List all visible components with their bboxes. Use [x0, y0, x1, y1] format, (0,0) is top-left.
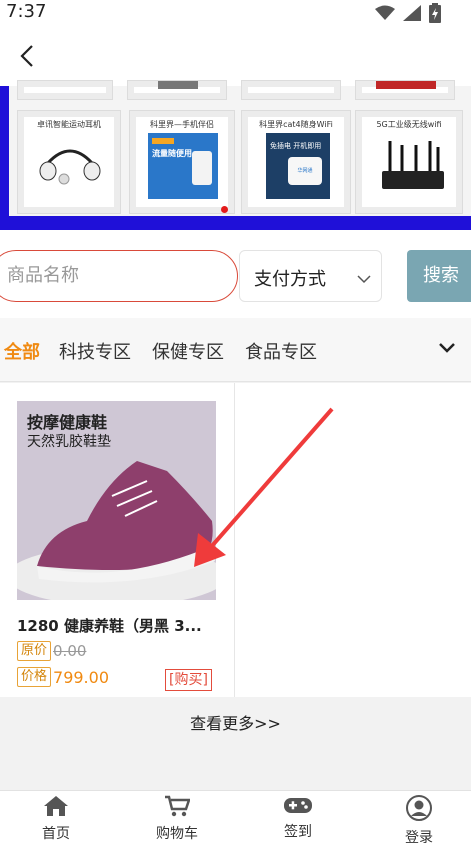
search-button[interactable]: 搜索	[407, 250, 471, 302]
banner-tile-partial	[355, 80, 455, 100]
battery-icon	[429, 3, 441, 27]
tab-tech[interactable]: 科技专区	[59, 338, 131, 364]
search-input[interactable]: 商品名称	[0, 250, 238, 302]
buy-button[interactable]: [购买]	[165, 669, 212, 691]
banner-tile-partial	[17, 80, 113, 100]
banner-tile-title: 卓讯智能运动耳机	[37, 120, 101, 129]
tile-subtext: 华网通	[288, 157, 322, 185]
cat4-wifi-box: 免插电 开机即用 华网通	[266, 133, 330, 199]
tab-food[interactable]: 食品专区	[245, 338, 317, 364]
home-icon	[43, 796, 69, 821]
user-icon	[406, 795, 432, 825]
original-price-tag: 原价	[17, 641, 52, 661]
cart-icon	[164, 795, 191, 821]
see-more-link[interactable]: 查看更多>>	[0, 710, 471, 734]
bottom-nav: 首页 购物车 签到 登录	[0, 790, 471, 843]
status-icons	[375, 3, 441, 27]
banner-tile-partial	[127, 80, 227, 100]
product-image[interactable]: 按摩健康鞋 天然乳胶鞋垫	[17, 401, 216, 600]
status-time: 7:37	[6, 1, 47, 22]
product-name[interactable]: 1280 健康养鞋（男黑 3...	[17, 615, 222, 636]
nav-login[interactable]: 登录	[379, 795, 459, 843]
status-bar: 7:37	[0, 0, 471, 26]
original-price: 0.00	[53, 642, 87, 660]
banner-tile-title: 科里界—手机伴侣	[150, 120, 214, 129]
price-tag: 价格	[17, 667, 52, 687]
nav-checkin[interactable]: 签到	[258, 795, 338, 841]
chevron-down-icon	[357, 269, 371, 288]
price-row: 价格 799.00	[17, 667, 109, 687]
banner-tile-title: 科里界cat4随身WiFi	[259, 120, 333, 129]
nav-label: 首页	[42, 826, 70, 842]
carousel-dot[interactable]	[221, 206, 228, 213]
carousel-dots	[221, 206, 228, 213]
tile-subtext: 免插电 开机即用	[270, 142, 322, 150]
banner-tile-partial	[241, 80, 341, 100]
current-price: 799.00	[53, 667, 109, 687]
banner-carousel[interactable]: 卓讯智能运动耳机 科里界—手机伴侣 流量随便用 科里界cat4随身WiFi 免插…	[0, 80, 471, 230]
nav-label: 购物车	[156, 826, 198, 842]
original-price-row: 原价 0.00	[17, 641, 86, 661]
expand-tabs-icon[interactable]	[437, 340, 457, 359]
nav-label: 登录	[405, 830, 433, 843]
nav-cart[interactable]: 购物车	[137, 795, 217, 843]
nav-label: 签到	[284, 824, 312, 840]
banner-tile-cat4-wifi[interactable]: 科里界cat4随身WiFi 免插电 开机即用 华网通	[241, 110, 351, 214]
banner-tile-5g-router[interactable]: 5G工业级无线wifi	[355, 110, 463, 214]
tab-health[interactable]: 保健专区	[152, 338, 224, 364]
banner-tile-phone-companion[interactable]: 科里界—手机伴侣 流量随便用	[129, 110, 235, 214]
back-button[interactable]	[14, 42, 42, 70]
back-arrow-icon	[14, 45, 42, 74]
phone-companion-box: 流量随便用	[148, 133, 218, 199]
shoe-image	[17, 461, 216, 600]
nav-home[interactable]: 首页	[16, 795, 96, 843]
gamepad-icon	[283, 798, 313, 819]
signal-icon	[403, 5, 421, 25]
banner-tile-earphone[interactable]: 卓讯智能运动耳机	[17, 110, 121, 214]
payment-method-label: 支付方式	[254, 269, 326, 290]
payment-method-select[interactable]: 支付方式	[239, 250, 382, 302]
search-row: 商品名称 支付方式 搜索	[0, 230, 471, 318]
nav-bar	[0, 26, 471, 86]
category-tabs: 全部 科技专区 保健专区 食品专区	[0, 318, 471, 382]
tab-all[interactable]: 全部	[4, 338, 40, 364]
annotation-arrow-icon	[194, 407, 334, 567]
wifi-icon	[375, 5, 395, 25]
banner-tile-title: 5G工业级无线wifi	[376, 120, 442, 129]
page: 7:37 卓讯智能运动耳机 科里界—手机伴侣 流量随便用 科里界cat4随身Wi…	[0, 0, 471, 843]
banner-panel: 卓讯智能运动耳机 科里界—手机伴侣 流量随便用 科里界cat4随身WiFi 免插…	[9, 80, 471, 216]
